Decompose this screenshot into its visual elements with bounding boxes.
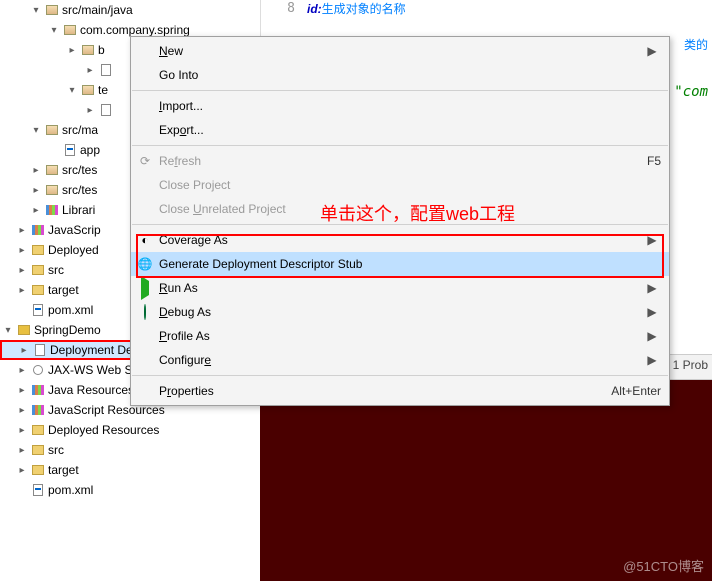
menu-import[interactable]: Import... — [131, 94, 669, 118]
menu-separator — [132, 145, 668, 146]
coverage-icon: ◐ — [131, 233, 159, 247]
menu-debug-as[interactable]: Debug As▶ — [131, 300, 669, 324]
menu-export[interactable]: Export... — [131, 118, 669, 142]
library-icon — [44, 202, 60, 218]
bug-icon — [131, 305, 159, 319]
refresh-icon: ⟳ — [131, 154, 159, 168]
package-icon — [44, 122, 60, 138]
package-icon — [80, 82, 96, 98]
folder-icon — [30, 242, 46, 258]
package-icon — [44, 2, 60, 18]
menu-separator — [132, 375, 668, 376]
menu-generate-deployment-descriptor-stub[interactable]: 🌐Generate Deployment Descriptor Stub — [131, 252, 669, 276]
tree-item[interactable]: ▸src — [0, 440, 260, 460]
folder-icon — [30, 462, 46, 478]
package-icon — [44, 182, 60, 198]
tree-item[interactable]: pom.xml — [0, 480, 260, 500]
editor-code: id:生成对象的名称 — [307, 0, 712, 18]
folder-icon — [30, 442, 46, 458]
menu-profile-as[interactable]: Profile As▶ — [131, 324, 669, 348]
java-resources-icon — [30, 382, 46, 398]
xml-icon — [30, 482, 46, 498]
descriptor-icon — [32, 342, 48, 358]
menu-refresh[interactable]: ⟳RefreshF5 — [131, 149, 669, 173]
file-icon — [98, 102, 114, 118]
code-fragment: "com — [674, 84, 708, 100]
menu-new[interactable]: New▶ — [131, 39, 669, 63]
menu-separator — [132, 90, 668, 91]
code-fragment: 类的 — [684, 36, 708, 53]
xml-icon — [62, 142, 78, 158]
menu-close-project[interactable]: Close Project — [131, 173, 669, 197]
menu-configure[interactable]: Configure▶ — [131, 348, 669, 372]
console-panel[interactable]: UserPo [name=null, age=0] — [260, 380, 712, 581]
menu-go-into[interactable]: Go Into — [131, 63, 669, 87]
package-icon — [80, 42, 96, 58]
problems-tab-fragment: 1 Prob — [673, 358, 708, 372]
globe-icon: 🌐 — [131, 257, 159, 271]
watermark: @51CTO博客 — [623, 556, 704, 575]
project-icon — [16, 322, 32, 338]
tree-item[interactable]: ▸Deployed Resources — [0, 420, 260, 440]
tree-item[interactable]: ▾src/main/java — [0, 0, 260, 20]
line-number: 8 — [261, 0, 295, 18]
library-icon — [30, 222, 46, 238]
folder-icon — [30, 282, 46, 298]
menu-coverage-as[interactable]: ◐Coverage As▶ — [131, 228, 669, 252]
package-icon — [44, 162, 60, 178]
menu-run-as[interactable]: Run As▶ — [131, 276, 669, 300]
annotation-text: 单击这个，配置web工程 — [320, 200, 515, 226]
folder-icon — [30, 422, 46, 438]
folder-icon — [30, 262, 46, 278]
run-icon — [131, 281, 159, 295]
file-icon — [98, 62, 114, 78]
jaxws-icon — [30, 362, 46, 378]
menu-properties[interactable]: PropertiesAlt+Enter — [131, 379, 669, 403]
package-icon — [62, 22, 78, 38]
library-icon — [30, 402, 46, 418]
xml-icon — [30, 302, 46, 318]
tree-item[interactable]: ▸target — [0, 460, 260, 480]
